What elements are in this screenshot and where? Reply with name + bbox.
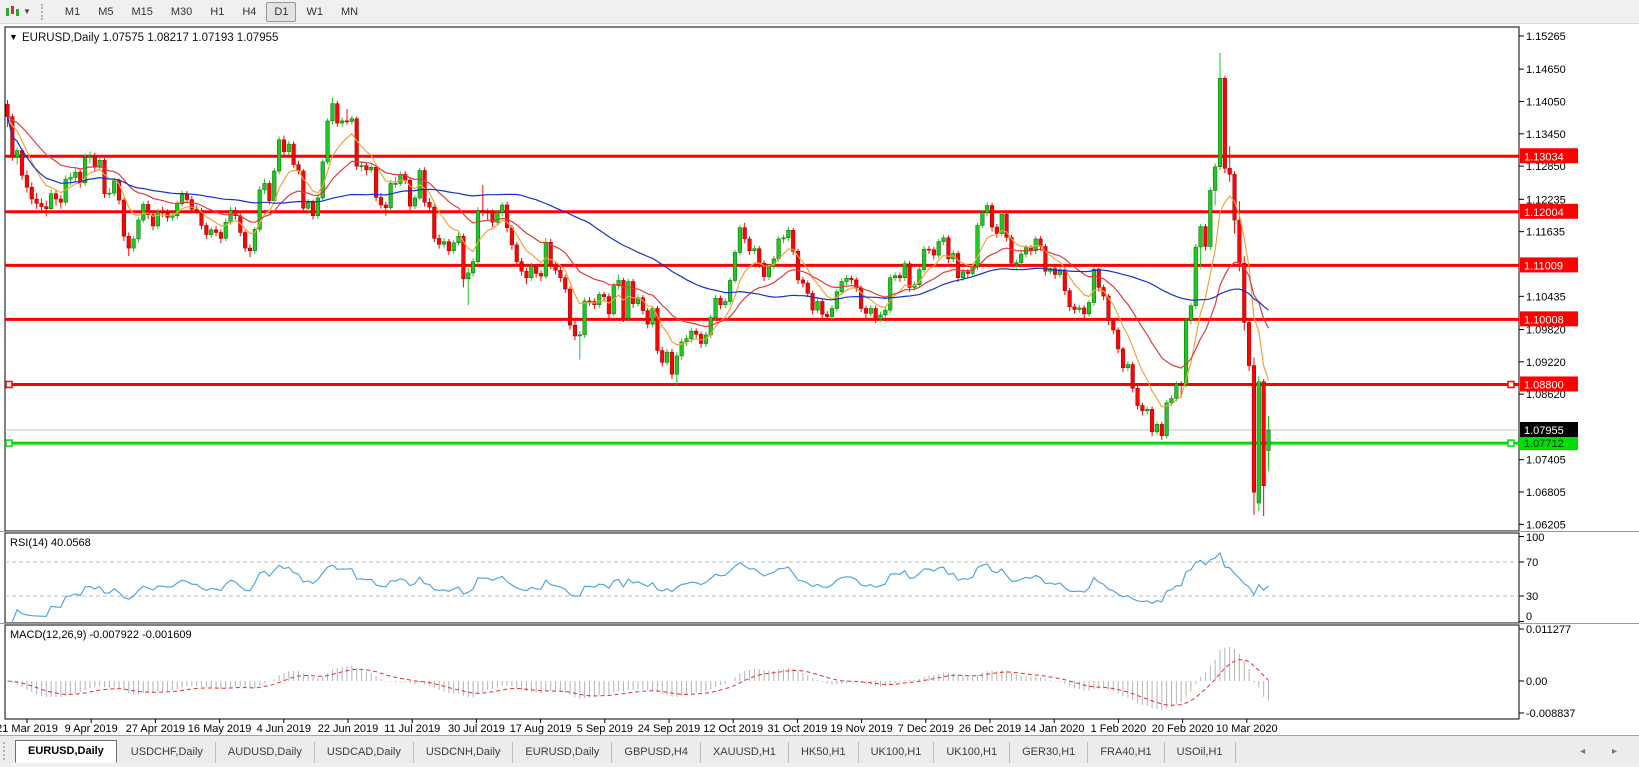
chart-tab-gbpusd-h4[interactable]: GBPUSD,H4	[612, 742, 701, 763]
line-selection-handle[interactable]	[6, 381, 12, 387]
chart-window: ▼ EURUSD,Daily 1.07575 1.08217 1.07193 1.…	[0, 24, 1639, 740]
svg-text:1.08800: 1.08800	[1524, 379, 1564, 391]
svg-text:1.07712: 1.07712	[1524, 438, 1564, 450]
macd-tick-label: 0.011277	[1526, 624, 1571, 636]
date-tick-label: 12 Oct 2019	[703, 723, 763, 735]
chart-tab-usdcnh-daily[interactable]: USDCNH,Daily	[414, 742, 514, 763]
price-tick-label: 1.06205	[1526, 519, 1566, 531]
chart-type-icon[interactable]	[4, 5, 20, 19]
price-tick-label: 1.07405	[1526, 455, 1566, 467]
macd-panel[interactable]	[5, 625, 1519, 719]
date-tick-label: 26 Dec 2019	[959, 723, 1021, 735]
date-tick-label: 17 Aug 2019	[510, 723, 572, 735]
svg-text:▼: ▼	[9, 32, 18, 42]
rsi-label: RSI(14) 40.0568	[10, 537, 91, 549]
date-tick-label: 21 Mar 2019	[0, 723, 58, 735]
chart-tab-uk100-h1[interactable]: UK100,H1	[859, 742, 935, 763]
price-tick-label: 1.13450	[1526, 129, 1566, 141]
svg-text:1.12004: 1.12004	[1524, 207, 1564, 219]
timeframe-button-d1[interactable]: D1	[266, 2, 296, 22]
price-tick-label: 1.14650	[1526, 64, 1566, 76]
date-tick-label: 1 Feb 2020	[1091, 723, 1147, 735]
timeframe-button-h4[interactable]: H4	[234, 2, 264, 22]
chart-title: EURUSD,Daily 1.07575 1.08217 1.07193 1.0…	[22, 32, 278, 44]
timeframe-toolbar: ▼ M1M5M15M30H1H4D1W1MN	[0, 0, 1639, 24]
chart-tab-eurusd-daily[interactable]: EURUSD,Daily	[513, 742, 612, 763]
line-selection-handle[interactable]	[1508, 381, 1514, 387]
timeframe-button-m5[interactable]: M5	[90, 2, 121, 22]
chart-tab-audusd-daily[interactable]: AUDUSD,Daily	[216, 742, 315, 763]
macd-tick-label: -0.008837	[1526, 708, 1576, 720]
date-tick-label: 24 Sep 2019	[638, 723, 700, 735]
date-tick-label: 7 Dec 2019	[898, 723, 954, 735]
rsi-tick-label: 70	[1526, 557, 1538, 569]
chart-canvas[interactable]: ▼ EURUSD,Daily 1.07575 1.08217 1.07193 1.…	[0, 24, 1639, 735]
date-tick-label: 16 May 2019	[188, 723, 252, 735]
date-tick-label: 14 Jan 2020	[1024, 723, 1085, 735]
date-tick-label: 5 Sep 2019	[577, 723, 633, 735]
chart-tab-hk50-h1[interactable]: HK50,H1	[789, 742, 859, 763]
timeframe-button-w1[interactable]: W1	[298, 2, 331, 22]
date-tick-label: 22 Jun 2019	[318, 723, 379, 735]
chevron-down-icon[interactable]: ▼	[23, 7, 31, 16]
rsi-tick-label: 0	[1526, 611, 1532, 623]
macd-label: MACD(12,26,9) -0.007922 -0.001609	[10, 629, 192, 641]
chart-tab-usdchf-daily[interactable]: USDCHF,Daily	[119, 742, 216, 763]
svg-text:1.13034: 1.13034	[1524, 151, 1564, 163]
svg-text:1.07955: 1.07955	[1524, 425, 1564, 437]
price-tick-label: 1.11635	[1526, 227, 1565, 239]
tabs-scroll-left-icon[interactable]: ◂	[1580, 746, 1597, 757]
toolbar-grip[interactable]	[41, 4, 48, 20]
chart-tab-fra40-h1[interactable]: FRA40,H1	[1088, 742, 1164, 763]
date-tick-label: 30 Jul 2019	[448, 723, 505, 735]
timeframe-button-m15[interactable]: M15	[123, 2, 160, 22]
date-tick-label: 9 Apr 2019	[65, 723, 118, 735]
date-tick-label: 4 Jun 2019	[257, 723, 311, 735]
rsi-panel[interactable]	[5, 533, 1519, 623]
price-tick-label: 1.14050	[1526, 96, 1566, 108]
price-tick-label: 1.15265	[1526, 31, 1566, 43]
date-tick-label: 27 Apr 2019	[126, 723, 185, 735]
chart-tab-uk100-h1[interactable]: UK100,H1	[934, 742, 1010, 763]
date-tick-label: 31 Oct 2019	[767, 723, 827, 735]
chart-tab-usoil-h1[interactable]: USOil,H1	[1165, 742, 1236, 763]
rsi-tick-label: 100	[1526, 532, 1544, 544]
date-tick-label: 19 Nov 2019	[830, 723, 892, 735]
chart-tab-usdcad-daily[interactable]: USDCAD,Daily	[315, 742, 414, 763]
line-selection-handle[interactable]	[1508, 440, 1514, 446]
rsi-tick-label: 30	[1526, 591, 1538, 603]
date-tick-label: 10 Mar 2020	[1216, 723, 1278, 735]
timeframe-button-m30[interactable]: M30	[163, 2, 200, 22]
tabbar-grip[interactable]	[3, 742, 11, 760]
line-selection-handle[interactable]	[6, 440, 12, 446]
timeframe-button-h1[interactable]: H1	[202, 2, 232, 22]
main-price-panel[interactable]	[5, 27, 1519, 531]
date-tick-label: 20 Feb 2020	[1152, 723, 1214, 735]
chart-tab-ger30-h1[interactable]: GER30,H1	[1010, 742, 1088, 763]
macd-tick-label: 0.00	[1526, 676, 1547, 688]
date-tick-label: 11 Jul 2019	[384, 723, 440, 735]
chart-tabs-bar: EURUSD,DailyUSDCHF,DailyAUDUSD,DailyUSDC…	[0, 735, 1639, 763]
price-tick-label: 1.10435	[1526, 291, 1566, 303]
price-tick-label: 1.09220	[1526, 357, 1566, 369]
chart-header: ▼ EURUSD,Daily 1.07575 1.08217 1.07193 1.…	[9, 32, 278, 44]
price-tick-label: 1.06805	[1526, 487, 1566, 499]
svg-text:1.10008: 1.10008	[1524, 314, 1564, 326]
timeframe-button-m1[interactable]: M1	[57, 2, 88, 22]
timeframe-button-mn[interactable]: MN	[333, 2, 366, 22]
svg-text:1.11009: 1.11009	[1524, 260, 1563, 272]
chart-tab-xauusd-h1[interactable]: XAUUSD,H1	[701, 742, 789, 763]
chart-tab-eurusd-daily[interactable]: EURUSD,Daily	[15, 740, 117, 763]
tabs-scroll-right-icon[interactable]: ▸	[1612, 746, 1629, 757]
